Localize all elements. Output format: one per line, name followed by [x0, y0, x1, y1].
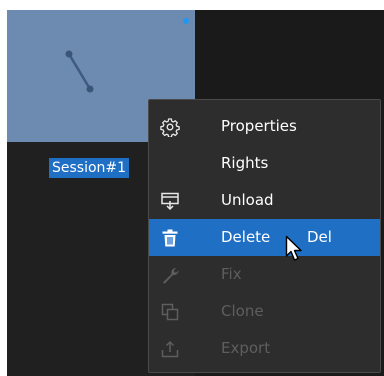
session-name-label[interactable]: Session#1 — [49, 158, 130, 178]
menu-item-label: Rights — [221, 154, 269, 172]
mouse-pointer-icon — [285, 235, 302, 261]
menu-item-label: Properties — [221, 117, 297, 135]
export-icon — [161, 340, 179, 358]
menu-item-rights[interactable]: Rights — [149, 145, 380, 182]
context-menu: Properties Rights Unload Delete Del Fix — [148, 99, 381, 373]
menu-item-label: Export — [221, 339, 271, 357]
graph-node — [86, 85, 94, 93]
menu-item-unload[interactable]: Unload — [149, 182, 380, 219]
menu-item-fix[interactable]: Fix — [149, 256, 380, 293]
menu-item-label: Fix — [221, 265, 242, 283]
menu-item-delete[interactable]: Delete Del — [149, 219, 380, 256]
unload-icon — [161, 192, 179, 211]
menu-item-label: Unload — [221, 191, 274, 209]
menu-item-export[interactable]: Export — [149, 330, 380, 367]
wrench-icon — [163, 267, 179, 284]
gear-icon — [160, 118, 180, 137]
menu-item-label: Clone — [221, 302, 264, 320]
trash-icon — [162, 229, 178, 247]
menu-item-properties[interactable]: Properties — [149, 108, 380, 145]
menu-item-label: Delete — [221, 228, 271, 246]
clone-icon — [161, 303, 179, 321]
status-dot — [183, 18, 189, 24]
menu-item-clone[interactable]: Clone — [149, 293, 380, 330]
graph-node — [65, 50, 73, 58]
menu-item-shortcut: Del — [307, 228, 332, 246]
